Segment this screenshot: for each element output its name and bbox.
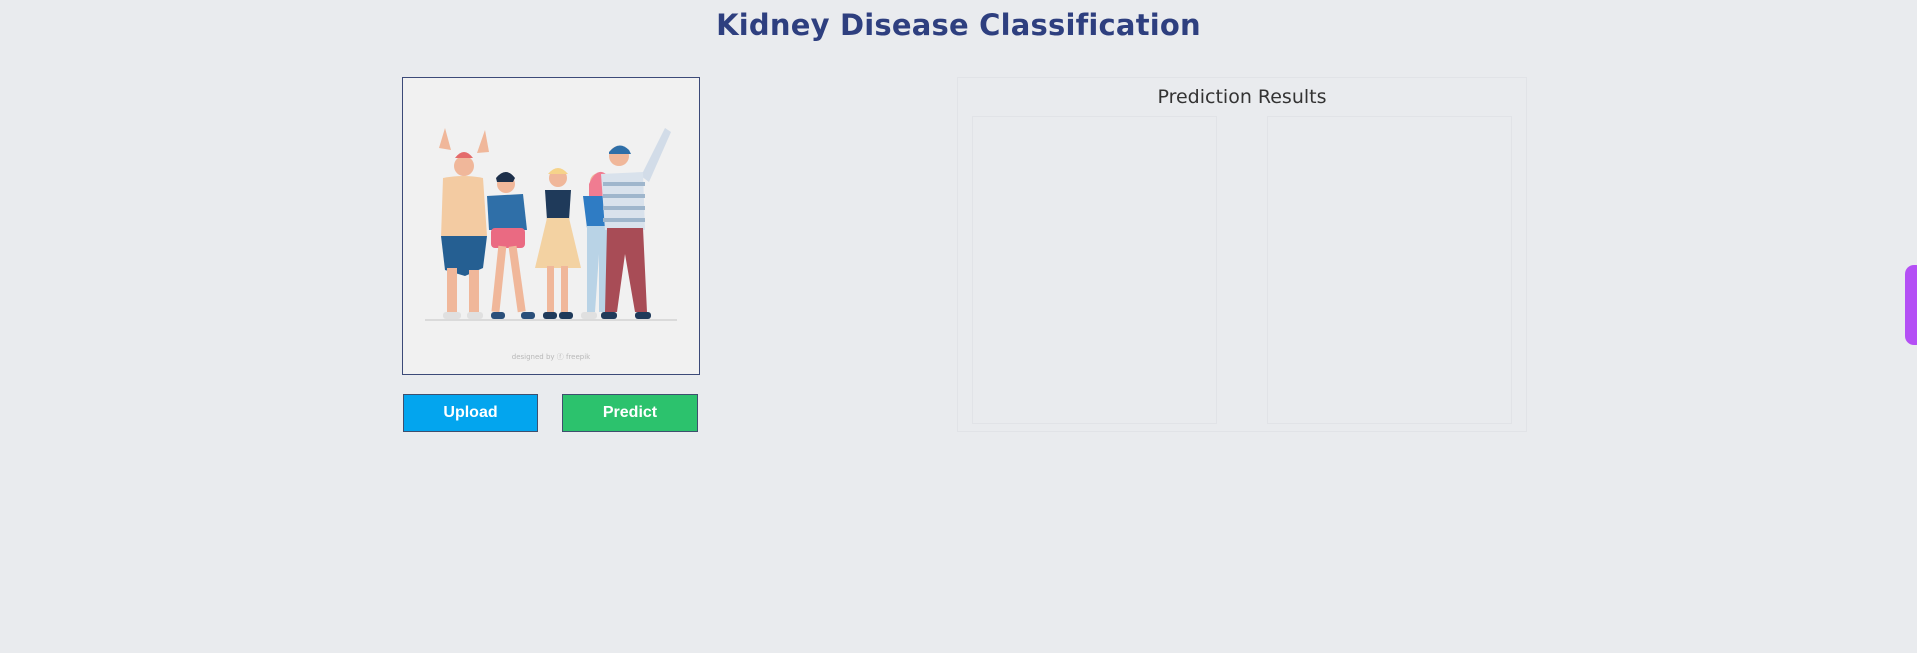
people-illustration-icon [403, 78, 699, 374]
result-box-left [972, 116, 1217, 424]
result-box-right [1267, 116, 1512, 424]
upload-button[interactable]: Upload [403, 394, 538, 432]
image-preview: designed by ⓕ freepik [402, 77, 700, 375]
prediction-results-panel: Prediction Results [957, 77, 1527, 432]
page-title: Kidney Disease Classification [716, 8, 1201, 42]
predict-button[interactable]: Predict [562, 394, 698, 432]
illustration-credit: designed by ⓕ freepik [511, 353, 591, 361]
side-panel-tab[interactable] [1905, 265, 1917, 345]
results-title: Prediction Results [1157, 86, 1327, 108]
